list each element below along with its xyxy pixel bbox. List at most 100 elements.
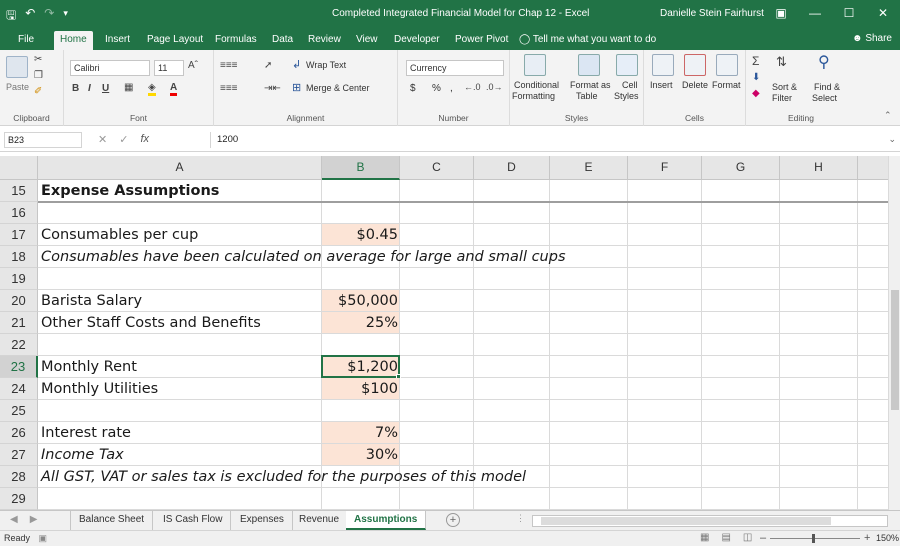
cell-g24[interactable] — [702, 378, 780, 400]
cell-h22[interactable] — [780, 334, 858, 356]
column-header-h[interactable]: H — [780, 156, 858, 180]
cell-c22[interactable] — [400, 334, 474, 356]
cell-h15[interactable] — [780, 180, 858, 202]
decrease-decimal-icon[interactable]: .0→ — [486, 82, 503, 92]
cell-b29[interactable] — [322, 488, 400, 510]
row-header[interactable]: 23 — [0, 356, 38, 378]
cell-f29[interactable] — [628, 488, 702, 510]
cell-styles-button[interactable]: Cell — [622, 80, 638, 90]
minimize-button[interactable]: — — [798, 0, 832, 28]
zoom-level[interactable]: 150% — [876, 533, 899, 543]
add-sheet-button[interactable]: + — [446, 513, 460, 527]
cell-d20[interactable] — [474, 290, 550, 312]
tab-home[interactable]: Home — [54, 31, 93, 50]
prev-sheet-icon[interactable]: ◀ — [10, 514, 18, 525]
cell-e26[interactable] — [550, 422, 628, 444]
cell-g17[interactable] — [702, 224, 780, 246]
cell-g21[interactable] — [702, 312, 780, 334]
cell-f27[interactable] — [628, 444, 702, 466]
cell-partial[interactable] — [858, 378, 888, 400]
cell-f28[interactable] — [628, 466, 702, 488]
cell-a25[interactable] — [38, 400, 322, 422]
collapse-ribbon-icon[interactable]: ⌃ — [884, 110, 892, 121]
format-button[interactable]: Format — [712, 80, 741, 90]
row-header[interactable]: 25 — [0, 400, 38, 422]
cell-f18[interactable] — [628, 246, 702, 268]
tab-splitter-icon[interactable]: ⋮ — [516, 513, 525, 524]
cell-partial[interactable] — [858, 268, 888, 290]
cell-e17[interactable] — [550, 224, 628, 246]
cell-c15[interactable] — [400, 180, 474, 202]
cell-d19[interactable] — [474, 268, 550, 290]
cell-partial[interactable] — [858, 290, 888, 312]
font-family-select[interactable]: Calibri — [70, 60, 150, 76]
tab-developer[interactable]: Developer — [388, 31, 446, 50]
vertical-scrollbar[interactable] — [888, 156, 900, 510]
cell-g20[interactable] — [702, 290, 780, 312]
column-header-g[interactable]: G — [702, 156, 780, 180]
bold-icon[interactable]: B — [72, 83, 79, 94]
confirm-entry-icon[interactable]: ✓ — [119, 133, 128, 146]
cell-e20[interactable] — [550, 290, 628, 312]
borders-icon[interactable]: ▦ — [124, 82, 133, 93]
autosum-icon[interactable]: Σ — [752, 54, 759, 68]
row-header[interactable]: 29 — [0, 488, 38, 510]
cell-e15[interactable] — [550, 180, 628, 202]
cell-f26[interactable] — [628, 422, 702, 444]
page-break-view-icon[interactable]: ◫ — [743, 532, 752, 543]
column-header-c[interactable]: C — [400, 156, 474, 180]
currency-format-button[interactable]: $ — [410, 83, 416, 94]
close-button[interactable]: ✕ — [866, 0, 900, 28]
cell-h27[interactable] — [780, 444, 858, 466]
cell-c29[interactable] — [400, 488, 474, 510]
cell-h26[interactable] — [780, 422, 858, 444]
row-header[interactable]: 18 — [0, 246, 38, 268]
macro-record-icon[interactable]: ▣ — [39, 533, 48, 543]
cell-d25[interactable] — [474, 400, 550, 422]
ribbon-display-icon[interactable]: ▣ — [764, 0, 798, 28]
font-size-select[interactable]: 11 — [154, 60, 184, 76]
tab-insert[interactable]: Insert — [99, 31, 136, 50]
italic-icon[interactable]: I — [88, 83, 91, 94]
maximize-button[interactable]: ☐ — [832, 0, 866, 28]
tab-formulas[interactable]: Formulas — [209, 31, 263, 50]
cell-partial[interactable] — [858, 246, 888, 268]
cell-a16[interactable] — [38, 202, 322, 224]
cell-g18[interactable] — [702, 246, 780, 268]
cell-partial[interactable] — [858, 224, 888, 246]
cell-e28[interactable] — [550, 466, 628, 488]
cell-h18[interactable] — [780, 246, 858, 268]
conditional-formatting-button[interactable]: Conditional — [514, 80, 559, 90]
cell-e16[interactable] — [550, 202, 628, 224]
row-header[interactable]: 15 — [0, 180, 38, 202]
horizontal-scroll-thumb[interactable] — [541, 517, 831, 525]
row-header[interactable]: 20 — [0, 290, 38, 312]
tab-page-layout[interactable]: Page Layout — [141, 31, 209, 50]
cell-b22[interactable] — [322, 334, 400, 356]
zoom-in-button[interactable]: + — [864, 532, 870, 544]
cell-g28[interactable] — [702, 466, 780, 488]
zoom-slider[interactable] — [770, 538, 860, 539]
cell-partial[interactable] — [858, 180, 888, 202]
top-align-icon[interactable]: ≡≡≡ — [220, 60, 238, 71]
cell-h20[interactable] — [780, 290, 858, 312]
cell-g27[interactable] — [702, 444, 780, 466]
cell-partial[interactable] — [858, 400, 888, 422]
cell-e29[interactable] — [550, 488, 628, 510]
cell-f23[interactable] — [628, 356, 702, 378]
row-header[interactable]: 22 — [0, 334, 38, 356]
merge-center-button[interactable]: Merge & Center — [306, 83, 370, 93]
cell-f21[interactable] — [628, 312, 702, 334]
cell-d26[interactable] — [474, 422, 550, 444]
cell-h21[interactable] — [780, 312, 858, 334]
cell-h19[interactable] — [780, 268, 858, 290]
cell-g19[interactable] — [702, 268, 780, 290]
column-header-d[interactable]: D — [474, 156, 550, 180]
row-header[interactable]: 27 — [0, 444, 38, 466]
cell-g16[interactable] — [702, 202, 780, 224]
cell-f22[interactable] — [628, 334, 702, 356]
cell-h25[interactable] — [780, 400, 858, 422]
horizontal-scrollbar[interactable] — [532, 515, 888, 527]
user-name[interactable]: Danielle Stein Fairhurst — [660, 8, 764, 19]
column-header-partial[interactable] — [858, 156, 888, 180]
